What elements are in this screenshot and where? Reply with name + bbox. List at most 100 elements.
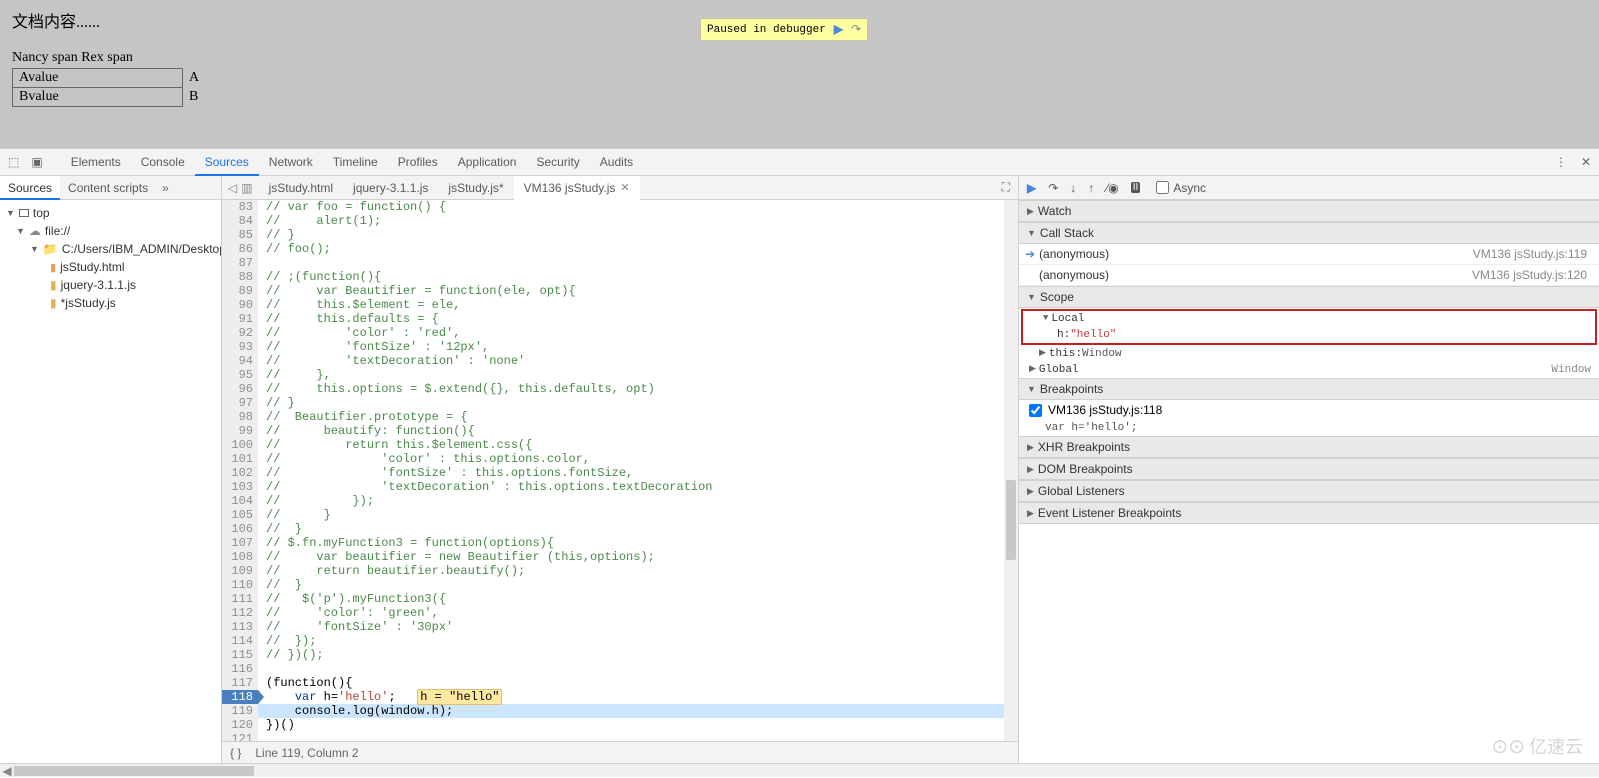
section-watch[interactable]: ▶Watch <box>1019 200 1599 222</box>
vertical-scrollbar[interactable] <box>1004 200 1018 741</box>
nav-list-icon[interactable]: ▥ <box>241 181 252 195</box>
section-event-listeners[interactable]: ▶Event Listener Breakpoints <box>1019 502 1599 524</box>
cloud-icon: ☁ <box>29 224 41 238</box>
editor-tab-active[interactable]: VM136 jsStudy.js✕ <box>514 176 640 200</box>
watermark-icon: ⊙⊙ <box>1491 734 1525 759</box>
sources-navigator: Sources Content scripts » ▼top ▼☁file://… <box>0 176 222 763</box>
tree-top[interactable]: ▼top <box>0 204 221 222</box>
tree-folder[interactable]: ▼📁C:/Users/IBM_ADMIN/Desktop/ <box>0 240 221 258</box>
paused-label: Paused in debugger <box>707 24 826 36</box>
breakpoint-code: var h='hello'; <box>1019 420 1599 436</box>
page-spans: Nancy span Rex span <box>12 50 1587 66</box>
stack-frame[interactable]: (anonymous)VM136 jsStudy.js:120 <box>1019 265 1599 286</box>
code-editor[interactable]: 8384858687888990919293949596979899100101… <box>222 200 1018 741</box>
tree-origin[interactable]: ▼☁file:// <box>0 222 221 240</box>
cursor-position: Line 119, Column 2 <box>255 746 358 760</box>
pretty-print-icon[interactable]: { } <box>230 746 241 760</box>
async-checkbox[interactable]: Async <box>1156 181 1206 195</box>
watermark: ⊙⊙ 亿速云 <box>1491 733 1583 759</box>
scrollbar-thumb[interactable] <box>1006 480 1016 560</box>
resume-icon[interactable]: ▶ <box>834 22 843 37</box>
section-scope[interactable]: ▼Scope <box>1019 286 1599 308</box>
page-preview: 文档内容...... Nancy span Rex span Avalue A … <box>0 0 1599 148</box>
cell-label: B <box>183 88 206 107</box>
step-over-button[interactable]: ↷ <box>1048 181 1058 195</box>
close-devtools-icon[interactable]: ✕ <box>1581 155 1591 169</box>
tree-file[interactable]: ▮*jsStudy.js <box>0 294 221 312</box>
deactivate-breakpoints-button[interactable]: ⁄◉ <box>1106 181 1118 195</box>
step-out-button[interactable]: ↑ <box>1088 181 1094 195</box>
devtools-tabbar: ⬚ ▣ Elements Console Sources Network Tim… <box>0 148 1599 176</box>
tab-content-scripts[interactable]: Content scripts <box>60 176 156 200</box>
nav-back-icon[interactable]: ◁ <box>228 181 237 195</box>
file-icon: ▮ <box>50 278 57 292</box>
section-dom-breakpoints[interactable]: ▶DOM Breakpoints <box>1019 458 1599 480</box>
gutter[interactable]: 8384858687888990919293949596979899100101… <box>222 200 258 741</box>
cell-value: Avalue <box>13 69 183 88</box>
scope-local-highlight: ▼Local h: "hello" <box>1021 309 1597 345</box>
tab-network[interactable]: Network <box>259 148 323 176</box>
horizontal-scrollbar[interactable]: ◀ <box>0 763 1599 777</box>
scope-variable[interactable]: h: "hello" <box>1023 327 1595 343</box>
scope-body: ▼Local h: "hello" ▶this: Window ▶GlobalW… <box>1019 308 1599 378</box>
code-lines[interactable]: // var foo = function() {// alert(1);// … <box>258 200 1018 741</box>
tab-timeline[interactable]: Timeline <box>323 148 388 176</box>
debugger-panel: ▶ ↷ ↓ ↑ ⁄◉ II Async ▶Watch ▼Call Stack ➔… <box>1019 176 1599 763</box>
async-checkbox-input[interactable] <box>1156 181 1169 194</box>
pause-on-exceptions-button[interactable]: II <box>1131 182 1141 193</box>
tree-file[interactable]: ▮jquery-3.1.1.js <box>0 276 221 294</box>
paused-in-debugger-banner: Paused in debugger ▶ ↷ <box>700 18 868 41</box>
device-toggle-icon[interactable]: ▣ <box>31 155 42 169</box>
section-global-listeners[interactable]: ▶Global Listeners <box>1019 480 1599 502</box>
breakpoint-item[interactable]: VM136 jsStudy.js:118 <box>1019 400 1599 420</box>
tab-console[interactable]: Console <box>131 148 195 176</box>
editor-tab[interactable]: jsStudy.html <box>259 176 343 200</box>
more-options-icon[interactable]: ⋮ <box>1555 155 1567 169</box>
stack-frame[interactable]: ➔(anonymous)VM136 jsStudy.js:119 <box>1019 244 1599 265</box>
file-icon: ▮ <box>50 296 57 310</box>
window-icon <box>19 209 29 217</box>
editor-tab[interactable]: jsStudy.js* <box>438 176 513 200</box>
resume-button[interactable]: ▶ <box>1027 181 1036 195</box>
close-tab-icon[interactable]: ✕ <box>620 176 629 200</box>
cell-value: Bvalue <box>13 88 183 107</box>
step-over-icon[interactable]: ↷ <box>851 22 861 37</box>
tab-profiles[interactable]: Profiles <box>388 148 448 176</box>
section-callstack[interactable]: ▼Call Stack <box>1019 222 1599 244</box>
scope-local[interactable]: ▼Local <box>1023 311 1595 327</box>
tab-elements[interactable]: Elements <box>61 148 131 176</box>
tab-sources-nav[interactable]: Sources <box>0 176 60 200</box>
tab-security[interactable]: Security <box>526 148 589 176</box>
fullscreen-icon[interactable]: ⛶ <box>994 180 1018 195</box>
callstack-body: ➔(anonymous)VM136 jsStudy.js:119 (anonym… <box>1019 244 1599 286</box>
editor-panel: ◁ ▥ jsStudy.html jquery-3.1.1.js jsStudy.… <box>222 176 1019 763</box>
folder-icon: 📁 <box>43 242 58 256</box>
tab-sources[interactable]: Sources <box>195 148 259 176</box>
tree-file[interactable]: ▮jsStudy.html <box>0 258 221 276</box>
breakpoint-checkbox[interactable] <box>1029 404 1042 417</box>
breakpoints-body: VM136 jsStudy.js:118 var h='hello'; <box>1019 400 1599 436</box>
section-xhr-breakpoints[interactable]: ▶XHR Breakpoints <box>1019 436 1599 458</box>
scope-global[interactable]: ▶GlobalWindow <box>1019 362 1599 378</box>
scroll-left-icon[interactable]: ◀ <box>0 764 14 778</box>
debug-toolbar: ▶ ↷ ↓ ↑ ⁄◉ II Async <box>1019 176 1599 200</box>
tab-application[interactable]: Application <box>448 148 527 176</box>
file-tree: ▼top ▼☁file:// ▼📁C:/Users/IBM_ADMIN/Desk… <box>0 200 221 316</box>
editor-statusbar: { } Line 119, Column 2 <box>222 741 1018 763</box>
step-into-button[interactable]: ↓ <box>1070 181 1076 195</box>
scope-this[interactable]: ▶this: Window <box>1019 346 1599 362</box>
editor-tabs: ◁ ▥ jsStudy.html jquery-3.1.1.js jsStudy.… <box>222 176 1018 200</box>
more-tabs-icon[interactable]: » <box>156 181 175 195</box>
inspect-icon[interactable]: ⬚ <box>8 155 19 169</box>
page-table: Avalue A Bvalue B <box>12 68 206 107</box>
tab-audits[interactable]: Audits <box>590 148 643 176</box>
scrollbar-thumb[interactable] <box>14 766 254 776</box>
table-row: Bvalue B <box>13 88 206 107</box>
devtools-body: Sources Content scripts » ▼top ▼☁file://… <box>0 176 1599 763</box>
navigator-tabs: Sources Content scripts » <box>0 176 221 200</box>
section-breakpoints[interactable]: ▼Breakpoints <box>1019 378 1599 400</box>
table-row: Avalue A <box>13 69 206 88</box>
current-frame-icon: ➔ <box>1025 247 1035 261</box>
editor-tab[interactable]: jquery-3.1.1.js <box>343 176 438 200</box>
file-icon: ▮ <box>50 261 56 274</box>
